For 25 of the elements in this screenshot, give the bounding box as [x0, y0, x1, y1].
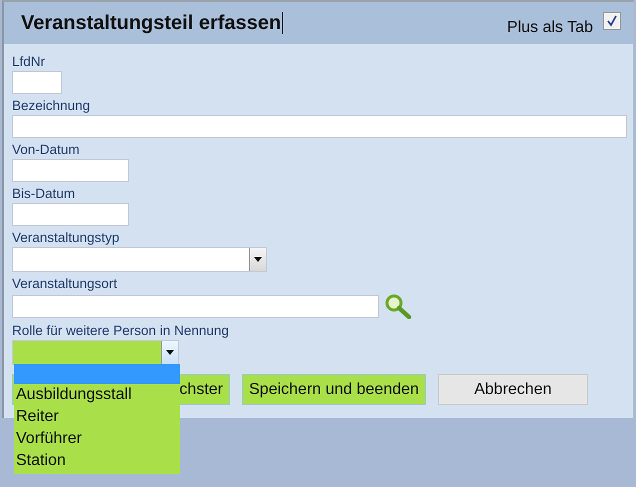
- input-field[interactable]: [12, 294, 379, 318]
- field-label: Bis-Datum: [12, 185, 76, 203]
- dialog-title: Veranstaltungsteil erfassen: [21, 12, 282, 34]
- field-label: Bezeichnung: [12, 97, 92, 115]
- input-field[interactable]: [12, 71, 62, 94]
- field-label: Veranstaltungsort: [12, 275, 118, 293]
- text-cursor: [282, 12, 284, 34]
- field-label: Veranstaltungstyp: [12, 229, 120, 247]
- dropdown-option[interactable]: Station: [14, 450, 180, 472]
- dropdown-option[interactable]: Ausbildungsstall: [14, 384, 180, 406]
- plus-tab-label: Plus als Tab: [507, 19, 593, 37]
- dropdown-option[interactable]: Reiter: [14, 406, 180, 428]
- input-field[interactable]: [12, 203, 129, 226]
- field-label: LfdNr: [12, 53, 46, 71]
- dropdown-field[interactable]: [12, 247, 267, 272]
- plus-tab-checkbox[interactable]: [603, 12, 621, 30]
- search-icon[interactable]: [384, 293, 412, 319]
- field-label: Rolle für weitere Person in Nennung: [12, 322, 230, 340]
- dropdown-field[interactable]: [12, 340, 179, 365]
- action-button[interactable]: Speichern und beenden: [242, 374, 426, 405]
- action-button[interactable]: Abbrechen: [438, 374, 588, 405]
- field-label: Von-Datum: [12, 141, 81, 159]
- dropdown-option[interactable]: Vorführer: [14, 428, 180, 450]
- input-field[interactable]: [12, 159, 129, 182]
- input-field[interactable]: [12, 115, 627, 138]
